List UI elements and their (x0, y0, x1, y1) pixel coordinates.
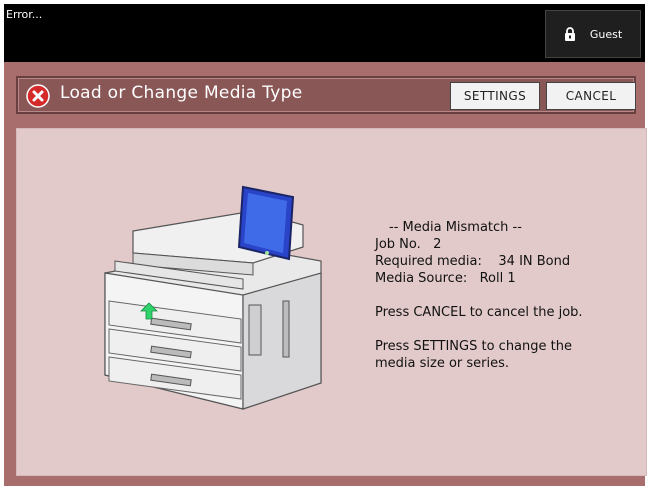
message-text: -- Media Mismatch -- Job No. 2 Required … (375, 219, 625, 372)
printer-illustration (93, 183, 333, 413)
job-number: Job No. 2 (375, 237, 442, 252)
top-status-bar: Error... Guest (4, 4, 645, 62)
required-media: Required media: 34 IN Bond (375, 254, 571, 269)
dialog-header: Load or Change Media Type SETTINGS CANCE… (16, 76, 636, 114)
cancel-button[interactable]: CANCEL (546, 82, 636, 110)
media-source: Media Source: Roll 1 (375, 271, 516, 286)
error-x-icon (26, 84, 50, 108)
dialog-window: Load or Change Media Type SETTINGS CANCE… (4, 62, 647, 486)
user-label: Guest (589, 27, 623, 41)
dialog-title: Load or Change Media Type (60, 83, 303, 103)
lock-icon (564, 27, 576, 41)
cancel-hint: Press CANCEL to cancel the job. (375, 305, 583, 320)
settings-hint-line-1: Press SETTINGS to change the (375, 339, 572, 354)
status-text: Error... (6, 8, 43, 21)
settings-hint-line-2: media size or series. (375, 356, 510, 371)
settings-button[interactable]: SETTINGS (450, 82, 540, 110)
message-panel: -- Media Mismatch -- Job No. 2 Required … (16, 128, 647, 476)
message-heading: -- Media Mismatch -- (389, 220, 522, 235)
user-button[interactable]: Guest (545, 10, 641, 58)
